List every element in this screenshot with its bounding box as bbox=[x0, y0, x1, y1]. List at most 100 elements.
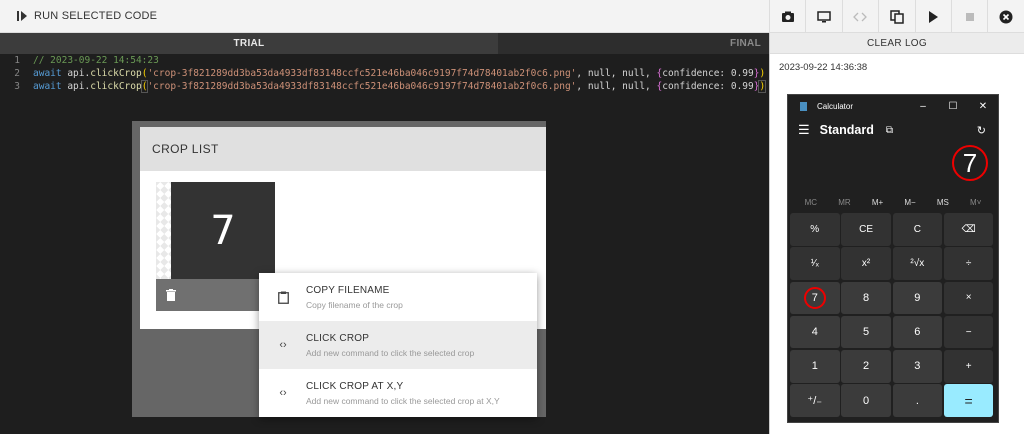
calculator-screenshot: Calculator – ☐ ✕ ☰ Standard ⧉ ↻ 7 MC MR … bbox=[787, 94, 999, 423]
calc-key: 6 bbox=[892, 315, 943, 349]
menu-item-subtitle: Add new command to click the selected cr… bbox=[306, 347, 475, 358]
clear-log-button[interactable]: CLEAR LOG bbox=[770, 33, 1024, 54]
menu-item-title: CLICK CROP AT X,Y bbox=[306, 380, 404, 392]
code-object: api. bbox=[61, 81, 91, 92]
code-object: api. bbox=[61, 68, 91, 79]
calc-key: 3 bbox=[892, 350, 943, 383]
crop-thumbnail[interactable]: 7 bbox=[156, 182, 275, 279]
calculator-mode-bar: ☰ Standard ⧉ ↻ bbox=[788, 117, 998, 143]
code-option: confidence: 0.99 bbox=[662, 81, 754, 92]
line-number: 3 bbox=[14, 81, 20, 92]
history-icon: ↻ bbox=[976, 124, 986, 137]
menu-icon: ☰ bbox=[798, 122, 810, 137]
code-args: , null, null, bbox=[576, 68, 657, 79]
close-icon bbox=[999, 10, 1013, 23]
line-number: 2 bbox=[14, 68, 20, 79]
code-paren: ) bbox=[758, 80, 767, 93]
code-comment: // 2023-09-22 14:54:23 bbox=[33, 55, 159, 66]
tab-final[interactable]: FINAL bbox=[498, 33, 769, 54]
copy-icon bbox=[890, 9, 904, 24]
crop-thumbnail-image: 7 bbox=[171, 182, 275, 279]
run-selected-code-label: RUN SELECTED CODE bbox=[34, 10, 158, 22]
code-icon bbox=[853, 12, 868, 21]
code-line: 2 await api. clickCrop('crop-3f821289dd3ba… bbox=[0, 67, 769, 80]
menu-item-click-crop[interactable]: ‹› CLICK CROP Add new command to click th… bbox=[259, 321, 537, 369]
window-controls: – ☐ ✕ bbox=[908, 101, 998, 112]
calculator-title: Calculator bbox=[817, 101, 854, 111]
calc-key: CE bbox=[841, 213, 891, 246]
top-toolbar: RUN SELECTED CODE bbox=[0, 0, 769, 33]
code-keyword: await bbox=[33, 68, 62, 79]
calc-key: . bbox=[892, 384, 943, 417]
highlight-circle: 7 bbox=[803, 286, 826, 309]
keep-on-top-icon: ⧉ bbox=[885, 124, 893, 136]
memory-key: MS bbox=[936, 197, 949, 207]
code-args: , null, null, bbox=[576, 81, 657, 92]
run-selected-code-button[interactable]: RUN SELECTED CODE bbox=[0, 10, 157, 22]
code-keyword: await bbox=[33, 81, 62, 92]
calc-key: ⌫ bbox=[943, 213, 994, 246]
code-option: confidence: 0.99 bbox=[662, 68, 754, 79]
calc-key-7: 7 bbox=[790, 281, 840, 315]
calc-key: 4 bbox=[790, 315, 840, 349]
run-icon bbox=[17, 11, 27, 21]
calculator-titlebar: Calculator – ☐ ✕ bbox=[788, 95, 998, 117]
copy-button[interactable] bbox=[878, 0, 914, 33]
log-timestamp: 2023-09-22 14:36:38 bbox=[779, 62, 868, 73]
play-button[interactable] bbox=[914, 0, 951, 33]
calculator-app-icon bbox=[800, 101, 807, 111]
menu-item-copy-filename[interactable]: COPY FILENAME Copy filename of the crop bbox=[259, 273, 537, 321]
calc-key: 8 bbox=[841, 281, 891, 315]
monitor-icon bbox=[817, 10, 831, 22]
stop-icon bbox=[965, 12, 974, 21]
menu-item-subtitle: Copy filename of the crop bbox=[306, 299, 403, 310]
calc-key: 9 bbox=[892, 281, 943, 315]
code-icon: ‹› bbox=[279, 387, 287, 399]
code-icon: ‹› bbox=[279, 339, 287, 351]
display-value: 7 bbox=[952, 145, 988, 181]
close-button[interactable] bbox=[987, 0, 1023, 33]
trash-icon[interactable] bbox=[166, 289, 176, 301]
crop-context-menu: COPY FILENAME Copy filename of the crop ‹… bbox=[259, 273, 537, 417]
editor-tabs: TRIAL FINAL bbox=[0, 33, 769, 54]
calculator-mode: Standard bbox=[819, 123, 874, 137]
calculator-keypad: % CE C ⌫ ¹⁄ₓ x² ²√x ÷ 7 8 9 × 4 5 6 − 1 … bbox=[788, 213, 998, 417]
calc-key: x² bbox=[841, 247, 891, 280]
calc-key-equals: = bbox=[943, 384, 994, 417]
code-function: clickCrop bbox=[90, 81, 142, 92]
maximize-icon: ☐ bbox=[948, 100, 958, 112]
clipboard-icon bbox=[276, 290, 290, 304]
memory-key: MR bbox=[838, 197, 851, 207]
calc-key: ¹⁄ₓ bbox=[790, 247, 840, 280]
memory-key: M+ bbox=[871, 197, 884, 207]
log-panel: CLEAR LOG 2023-09-22 14:36:38 Calculator… bbox=[769, 33, 1024, 434]
code-button[interactable] bbox=[841, 0, 878, 33]
tool-buttons bbox=[769, 0, 1024, 33]
code-string: 'crop-3f821289dd3ba53da4933df83148ccfc52… bbox=[147, 81, 577, 92]
close-icon: ✕ bbox=[978, 100, 988, 112]
crop-list-title: CROP LIST bbox=[140, 127, 546, 171]
tab-trial[interactable]: TRIAL bbox=[0, 33, 498, 54]
memory-row: MC MR M+ M− MS M˅ bbox=[788, 191, 998, 213]
menu-item-title: COPY FILENAME bbox=[306, 284, 390, 296]
menu-item-title: CLICK CROP bbox=[306, 332, 370, 344]
crop-thumbnail-actions bbox=[156, 279, 271, 311]
calc-key: × bbox=[943, 281, 994, 315]
screenshot-button[interactable] bbox=[769, 0, 805, 33]
camera-icon bbox=[781, 11, 794, 22]
memory-key: M˅ bbox=[970, 197, 982, 207]
play-icon bbox=[929, 10, 939, 23]
menu-item-click-crop-at-xy[interactable]: ‹› CLICK CROP AT X,Y Add new command to c… bbox=[259, 369, 537, 417]
calc-key: − bbox=[943, 315, 994, 349]
screen-button[interactable] bbox=[805, 0, 841, 33]
line-number: 1 bbox=[14, 55, 20, 66]
code-line: 1 // 2023-09-22 14:54:23 bbox=[0, 54, 769, 67]
calc-key: % bbox=[790, 213, 840, 246]
stop-button[interactable] bbox=[950, 0, 987, 33]
calc-key: 2 bbox=[841, 350, 891, 383]
calc-key: + bbox=[943, 350, 994, 383]
code-function: clickCrop bbox=[90, 68, 142, 79]
minimize-icon: – bbox=[920, 100, 926, 112]
calc-key: 1 bbox=[790, 350, 840, 383]
calc-key: 5 bbox=[841, 315, 891, 349]
